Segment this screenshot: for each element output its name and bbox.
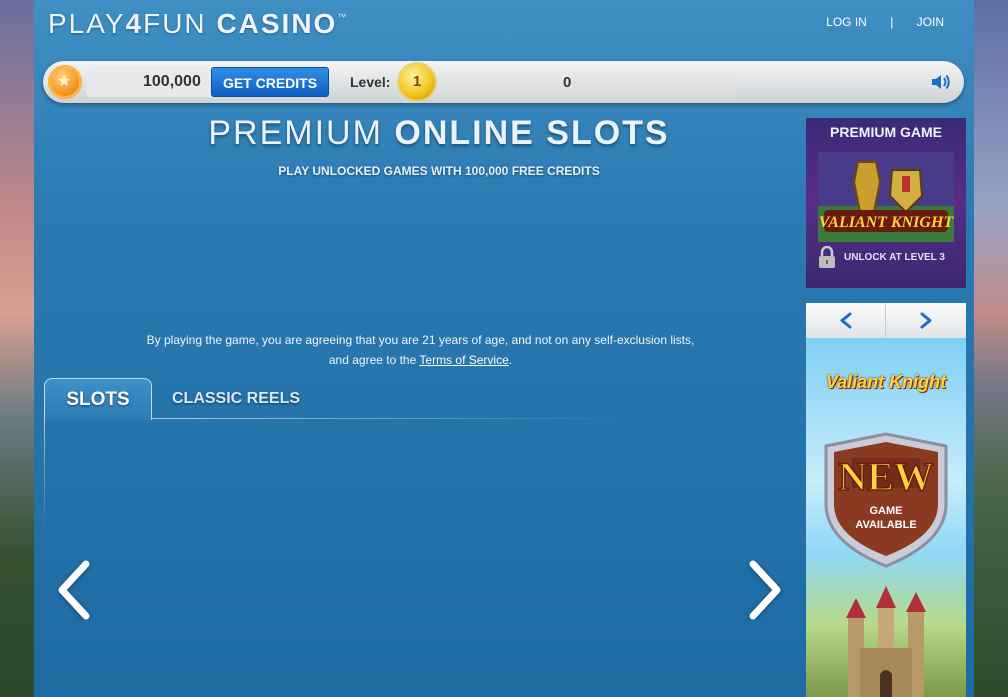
level-label: Level:	[350, 74, 391, 90]
logo-text-fun: FUN	[143, 8, 207, 39]
game-tabs: SLOTS CLASSIC REELS	[44, 378, 632, 420]
carousel-prev-button[interactable]	[806, 303, 886, 338]
ad-badge-new: NEW	[838, 454, 934, 499]
chevron-right-icon[interactable]	[745, 560, 785, 620]
promo-title: PREMIUM GAME	[830, 124, 942, 140]
disclaimer-prefix: and agree to the	[328, 353, 420, 367]
level-progress-value: 0	[563, 74, 572, 91]
logo-text-4: 4	[125, 8, 144, 39]
disclaimer-line2: and agree to the Terms of Service.	[34, 350, 807, 370]
level-badge: 1	[399, 64, 435, 100]
auth-separator: |	[890, 15, 894, 29]
castle-illustration	[846, 586, 926, 697]
unlock-requirement: UNLOCK AT LEVEL 3	[844, 252, 945, 263]
premium-game-promo[interactable]: PREMIUM GAME VALIANT KNIGHT UNLOCK AT LE…	[806, 118, 966, 288]
lock-icon	[819, 246, 835, 268]
credits-balance: 100,000	[143, 73, 201, 90]
speaker-icon[interactable]	[930, 73, 952, 91]
page-subtitle: PLAY UNLOCKED GAMES WITH 100,000 FREE CR…	[278, 164, 600, 178]
carousel-nav	[806, 303, 966, 338]
title-light: PREMIUM	[208, 114, 395, 152]
logo-text-play: PLAY	[48, 8, 126, 39]
game-ad-banner[interactable]: Valiant Knight NEW GAME AVAILABLE	[806, 338, 966, 697]
join-link[interactable]: JOIN	[917, 15, 944, 29]
status-bar: 100,000 GET CREDITS Level: 1 0	[43, 61, 964, 103]
logo-trademark: ™	[337, 12, 349, 22]
disclaimer-line1: By playing the game, you are agreeing th…	[146, 333, 695, 347]
page-title: PREMIUM ONLINE SLOTS	[34, 114, 844, 153]
terms-of-service-link[interactable]: Terms of Service	[419, 353, 508, 367]
background-left	[0, 0, 34, 697]
get-credits-button[interactable]: GET CREDITS	[211, 67, 329, 97]
tab-classic-reels[interactable]: CLASSIC REELS	[172, 378, 300, 420]
background-right	[974, 0, 1008, 697]
promo-game-name: VALIANT KNIGHT	[819, 214, 954, 231]
coin-icon	[48, 65, 82, 99]
carousel-next-button[interactable]	[886, 303, 965, 338]
ad-badge-game: GAME	[870, 505, 903, 517]
ad-game-logo: Valiant Knight	[825, 372, 947, 392]
login-link[interactable]: LOG IN	[826, 15, 867, 29]
ad-badge-available: AVAILABLE	[855, 519, 916, 531]
chevron-left-icon[interactable]	[54, 560, 94, 620]
disclaimer-suffix: .	[508, 353, 513, 367]
valiant-knight-logo: VALIANT KNIGHT	[818, 152, 954, 242]
age-disclaimer: By playing the game, you are agreeing th…	[34, 330, 807, 370]
auth-links: LOG IN | JOIN	[826, 15, 944, 29]
new-game-shield: NEW GAME AVAILABLE	[824, 432, 948, 568]
title-bold: ONLINE SLOTS	[394, 114, 670, 152]
main-panel: PLAY4FUN CASINO™ LOG IN | JOIN 100,000 G…	[34, 0, 974, 697]
site-logo[interactable]: PLAY4FUN CASINO™	[48, 8, 348, 40]
tab-slots[interactable]: SLOTS	[44, 378, 152, 420]
panel-border	[44, 420, 45, 530]
logo-text-casino: CASINO	[216, 8, 338, 39]
